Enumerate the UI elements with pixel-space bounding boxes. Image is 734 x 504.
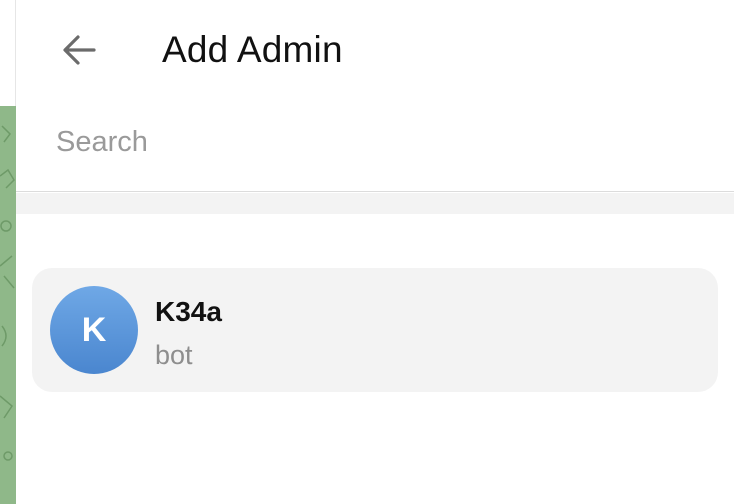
member-subtitle: bot [155,340,193,370]
chat-background-pattern [0,106,16,504]
avatar-letter: K [81,310,107,349]
arrow-left-icon [63,35,96,65]
back-button[interactable] [56,26,104,74]
member-list: K K34a bot [16,214,734,504]
avatar: K [50,286,138,374]
add-admin-panel: Add Admin K K34a bot [16,0,734,504]
search-bar [16,104,734,192]
list-item[interactable]: K K34a bot [32,268,718,392]
pattern-doodles [0,125,15,461]
app-window: Add Admin K K34a bot [0,0,734,504]
page-title: Add Admin [162,29,343,70]
member-name: K34a [155,296,222,327]
header: Add Admin [16,0,734,100]
section-separator [16,193,734,214]
search-input[interactable] [56,120,696,164]
